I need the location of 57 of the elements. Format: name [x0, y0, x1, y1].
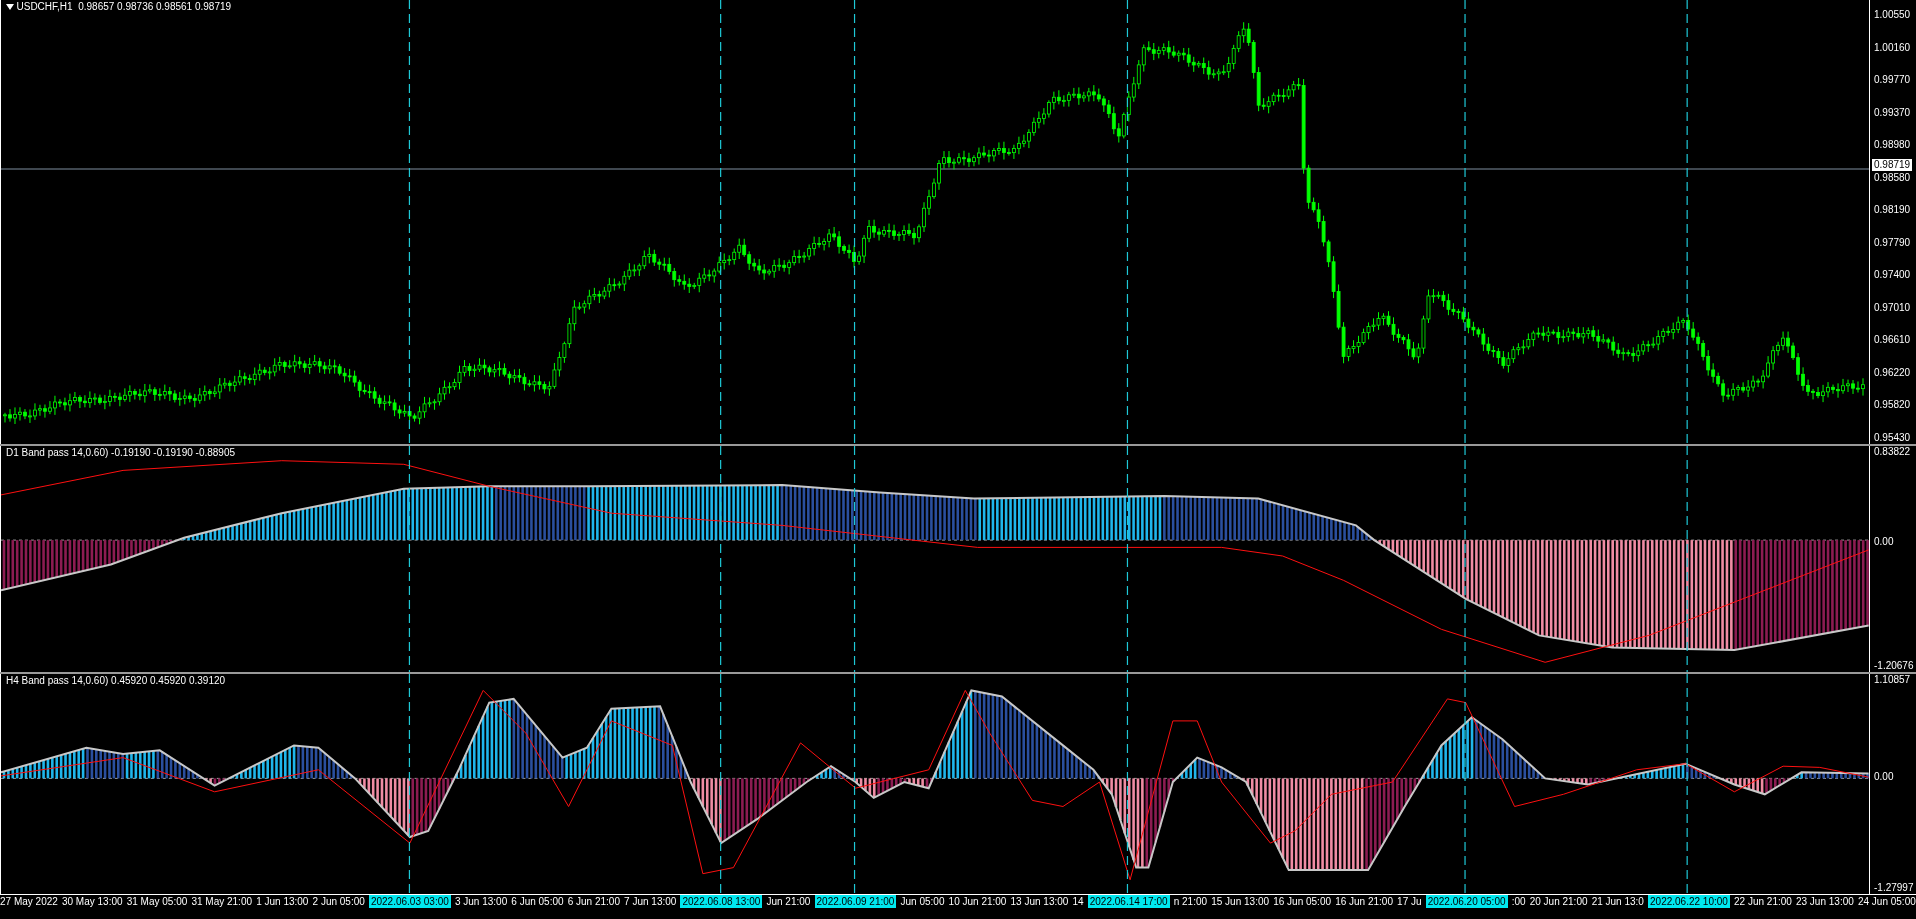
time-label: 6 Jun 05:00: [511, 895, 564, 908]
time-label: 21 Jun 13:0: [1591, 895, 1644, 908]
price-label: 0.97400: [1874, 269, 1912, 282]
time-marker-label: 2022.06.09 21:00: [814, 895, 897, 908]
price-label: 1.00550: [1874, 9, 1912, 21]
current-price-label: 0.98719: [1872, 159, 1913, 171]
time-label: 10 Jun 21:00: [948, 895, 1007, 908]
time-label: n 21:00: [1173, 895, 1208, 908]
time-label: 23 Jun 13:00: [1795, 895, 1854, 908]
time-label: 31 May 05:00: [126, 895, 188, 908]
time-label: 14: [1072, 895, 1084, 908]
time-marker-label: 2022.06.14 17:00: [1087, 895, 1170, 908]
caret-icon[interactable]: [6, 4, 14, 10]
price-label: 0.96220: [1874, 366, 1912, 379]
price-label: 0.97790: [1874, 236, 1912, 249]
time-label: 16 Jun 21:00: [1335, 895, 1393, 908]
time-label: Jun 05:00: [900, 895, 945, 908]
time-label: 15 Jun 13:00: [1211, 895, 1270, 908]
price-label: 0.99770: [1874, 74, 1912, 87]
time-label: 3 Jun 13:00: [454, 895, 508, 908]
price-label: 0.96610: [1874, 334, 1912, 347]
time-label: 31 May 21:00: [191, 895, 253, 908]
indicator-title: D1 Band pass 14,0.60) -0.19190 -0.19190 -0.88905: [6, 447, 236, 459]
time-label: 6 Jun 21:00: [567, 895, 620, 908]
price-label: 0.98190: [1874, 204, 1912, 217]
price-label: 0.98980: [1874, 139, 1912, 152]
time-label: 24 Jun 05:00: [1857, 895, 1916, 908]
indicator-title: H4 Band pass 14,0.60) 0.45920 0.45920 0.39120: [6, 675, 226, 687]
scale-label: 0.00: [1874, 771, 1895, 783]
time-marker-label: 2022.06.03 03:00: [368, 895, 451, 908]
symbol-header: USDCHF,H1 0.98657 0.98736 0.98561 0.98719: [16, 1, 232, 13]
price-label: 0.99370: [1874, 106, 1912, 119]
price-label: 0.95430: [1874, 431, 1912, 444]
time-label: 27 May 2022: [0, 895, 58, 908]
time-label: :00: [1511, 895, 1526, 908]
scale-label: 1.10857: [1874, 674, 1912, 686]
time-label: 16 Jun 05:00: [1273, 895, 1331, 908]
price-label: 0.98580: [1874, 171, 1912, 184]
time-label: 20 Jun 21:00: [1529, 895, 1588, 908]
time-label: 17 Ju: [1397, 895, 1422, 908]
price-label: 1.00160: [1874, 41, 1912, 54]
time-label: Jun 21:00: [766, 895, 811, 908]
time-marker-label: 2022.06.20 05:00: [1425, 895, 1508, 908]
time-marker-label: 2022.06.08 13:00: [680, 895, 763, 908]
time-label: 7 Jun 13:00: [624, 895, 677, 908]
time-label: 22 Jun 21:00: [1734, 895, 1792, 908]
time-label: 13 Jun 13:00: [1010, 895, 1069, 908]
time-label: 30 May 13:00: [61, 895, 123, 908]
time-label: 2 Jun 05:00: [312, 895, 365, 908]
scale-label: 0.83822: [1874, 446, 1912, 458]
scale-label: -1.20676: [1874, 660, 1915, 672]
price-label: 0.95820: [1874, 399, 1912, 412]
scale-label: -1.27997: [1874, 882, 1915, 894]
scale-label: 0.00: [1874, 536, 1895, 548]
time-label: 1 Jun 13:00: [256, 895, 309, 908]
price-label: 0.97010: [1874, 301, 1912, 314]
time-marker-label: 2022.06.22 10:00: [1648, 895, 1730, 908]
